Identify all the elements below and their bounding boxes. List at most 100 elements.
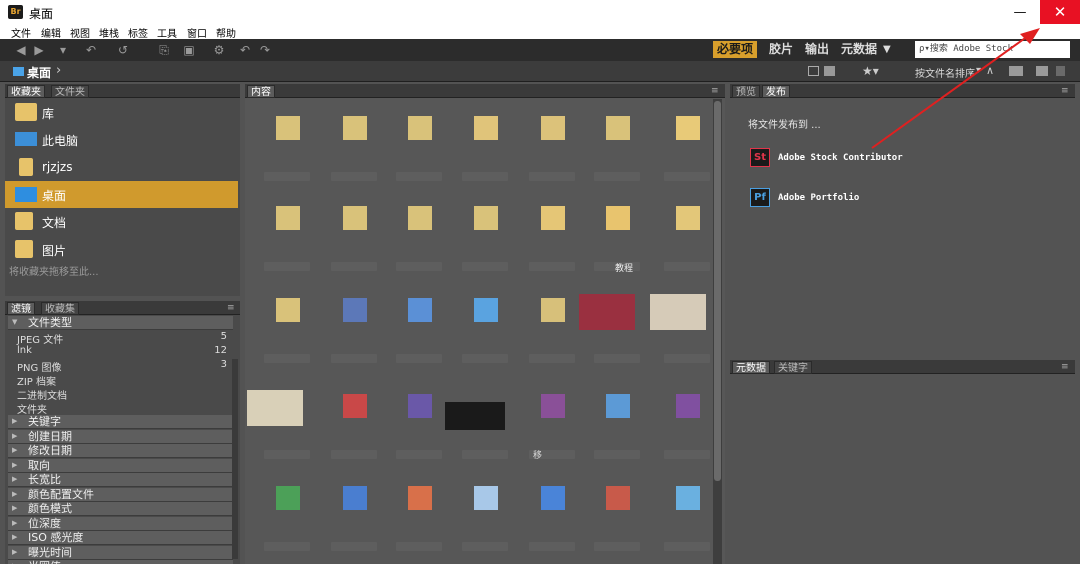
file-thumbnail[interactable] xyxy=(676,394,700,418)
file-thumbnail[interactable] xyxy=(676,206,700,230)
file-thumbnail[interactable] xyxy=(606,116,630,140)
workspace-more-dropdown[interactable]: ▼ xyxy=(879,41,895,58)
sort-ascending-icon[interactable]: ∧ xyxy=(986,64,994,77)
file-thumbnail[interactable] xyxy=(474,206,498,230)
panel-menu-icon[interactable]: ≡ xyxy=(227,303,235,313)
new-folder-icon[interactable] xyxy=(1036,66,1048,76)
favorite-item-desktop[interactable]: 桌面 xyxy=(5,181,238,208)
filter-scrollbar[interactable] xyxy=(232,359,238,559)
close-button[interactable]: ✕ xyxy=(1040,0,1080,24)
rotate-right-icon[interactable]: ↷ xyxy=(256,42,274,58)
workspace-essentials[interactable]: 必要项 xyxy=(713,41,758,58)
file-thumbnail[interactable] xyxy=(541,394,565,418)
file-thumbnail[interactable] xyxy=(276,116,300,140)
menu-window[interactable]: 窗口 xyxy=(187,25,207,40)
rotate-left-icon[interactable]: ↶ xyxy=(236,42,254,58)
search-input[interactable]: ρ▾搜索 Adobe Stock xyxy=(915,41,1070,58)
service-adobe-stock-contributor[interactable]: Adobe Stock Contributor xyxy=(778,153,903,163)
workspace-filmstrip[interactable]: 胶片 xyxy=(765,41,797,58)
maximize-button[interactable] xyxy=(1001,0,1039,24)
adobe-portfolio-icon[interactable]: Pf xyxy=(750,188,770,207)
menu-stack[interactable]: 堆栈 xyxy=(99,25,119,40)
filter-item-zip[interactable]: ZIP 档案 xyxy=(17,373,231,388)
file-thumbnail[interactable] xyxy=(343,206,367,230)
favorite-item-library[interactable]: 库 xyxy=(5,99,238,126)
filter-category-1[interactable]: ▶ 创建日期 xyxy=(8,429,233,444)
filter-category-file-type[interactable]: ▼ 文件类型 xyxy=(8,316,233,330)
tab-content[interactable]: 内容 xyxy=(247,85,275,98)
file-thumbnail[interactable] xyxy=(541,116,565,140)
boomerang-icon[interactable]: ↶ xyxy=(82,42,100,58)
file-thumbnail[interactable] xyxy=(343,298,367,322)
file-thumbnail[interactable] xyxy=(541,206,565,230)
filter-category-4[interactable]: ▶ 长宽比 xyxy=(8,473,233,487)
file-thumbnail[interactable] xyxy=(541,298,565,322)
back-icon[interactable]: ◀ xyxy=(12,42,30,58)
file-thumbnail[interactable] xyxy=(474,116,498,140)
menu-file[interactable]: 文件 xyxy=(11,25,31,40)
file-thumbnail[interactable] xyxy=(474,298,498,322)
panel-menu-icon[interactable]: ≡ xyxy=(711,86,719,96)
adobe-stock-icon[interactable]: St xyxy=(750,148,770,167)
file-thumbnail[interactable] xyxy=(579,294,635,330)
service-adobe-portfolio[interactable]: Adobe Portfolio xyxy=(778,193,859,203)
view-options-icon[interactable] xyxy=(824,66,835,76)
file-thumbnail[interactable] xyxy=(276,298,300,322)
tab-filter[interactable]: 滤镜 xyxy=(7,302,35,315)
filter-category-9[interactable]: ▶ 曝光时间 xyxy=(8,545,233,560)
tab-collections[interactable]: 收藏集 xyxy=(41,302,79,315)
menu-label[interactable]: 标签 xyxy=(128,25,148,40)
open-recent-icon[interactable]: ⚙ xyxy=(210,42,228,58)
file-thumbnail[interactable] xyxy=(276,206,300,230)
filter-item-binary[interactable]: 二进制文档 xyxy=(17,387,231,402)
refine-icon[interactable]: ▣ xyxy=(180,42,198,58)
filter-category-0[interactable]: ▶ 关键字 xyxy=(8,415,233,429)
filter-category-6[interactable]: ▶ 颜色模式 xyxy=(8,502,233,516)
breadcrumb-current[interactable]: 桌面 xyxy=(27,64,51,81)
menu-tools[interactable]: 工具 xyxy=(157,25,177,40)
tab-favorites[interactable]: 收藏夹 xyxy=(7,85,45,98)
rating-filter-icon[interactable]: ★▾ xyxy=(862,64,879,78)
file-thumbnail[interactable] xyxy=(276,486,300,510)
history-dropdown-icon[interactable]: ▾ xyxy=(54,42,72,58)
favorite-item-documents[interactable]: 文档 xyxy=(5,208,238,235)
forward-icon[interactable]: ▶ xyxy=(30,42,48,58)
file-thumbnail[interactable] xyxy=(408,116,432,140)
filter-category-2[interactable]: ▶ 修改日期 xyxy=(8,444,233,458)
workspace-metadata[interactable]: 元数据 xyxy=(837,41,881,58)
breadcrumb-arrow-icon[interactable]: › xyxy=(56,63,61,78)
menu-help[interactable]: 帮助 xyxy=(216,25,236,40)
file-thumbnail[interactable] xyxy=(606,486,630,510)
sort-dropdown[interactable]: 按文件名排序 xyxy=(915,65,975,80)
menu-edit[interactable]: 编辑 xyxy=(41,25,61,40)
file-thumbnail[interactable] xyxy=(606,394,630,418)
favorite-item-rjzjzs[interactable]: rjzjzs xyxy=(5,154,238,181)
file-thumbnail[interactable] xyxy=(408,394,432,418)
sort-dropdown-icon[interactable]: ▾ xyxy=(976,65,981,76)
file-thumbnail[interactable] xyxy=(474,486,498,510)
filter-item-jpeg[interactable]: JPEG 文件 5 xyxy=(17,331,231,346)
tab-keywords[interactable]: 关键字 xyxy=(774,361,812,374)
file-thumbnail[interactable] xyxy=(408,206,432,230)
filter-item-lnk[interactable]: lnk 12 xyxy=(17,345,231,358)
file-thumbnail[interactable] xyxy=(247,390,303,426)
filter-category-5[interactable]: ▶ 颜色配置文件 xyxy=(8,487,233,502)
filter-category-3[interactable]: ▶ 取向 xyxy=(8,458,233,473)
file-thumbnail[interactable] xyxy=(676,486,700,510)
file-thumbnail[interactable] xyxy=(650,294,706,330)
file-thumbnail[interactable] xyxy=(676,116,700,140)
file-thumbnail[interactable] xyxy=(408,298,432,322)
file-thumbnail[interactable] xyxy=(343,394,367,418)
file-thumbnail[interactable] xyxy=(343,486,367,510)
tab-folders[interactable]: 文件夹 xyxy=(51,85,89,98)
rotate-icon[interactable]: ↺ xyxy=(114,42,132,58)
filter-category-8[interactable]: ▶ ISO 感光度 xyxy=(8,531,233,545)
camera-import-icon[interactable]: ⎘ xyxy=(155,42,173,58)
filter-item-folder[interactable]: 文件夹 xyxy=(17,401,231,416)
file-thumbnail[interactable] xyxy=(541,486,565,510)
tab-preview[interactable]: 预览 xyxy=(732,85,760,98)
file-thumbnail[interactable] xyxy=(408,486,432,510)
delete-icon[interactable] xyxy=(1056,66,1065,76)
favorite-item-this-pc[interactable]: 此电脑 xyxy=(5,126,238,153)
panel-menu-icon[interactable]: ≡ xyxy=(1061,362,1069,372)
